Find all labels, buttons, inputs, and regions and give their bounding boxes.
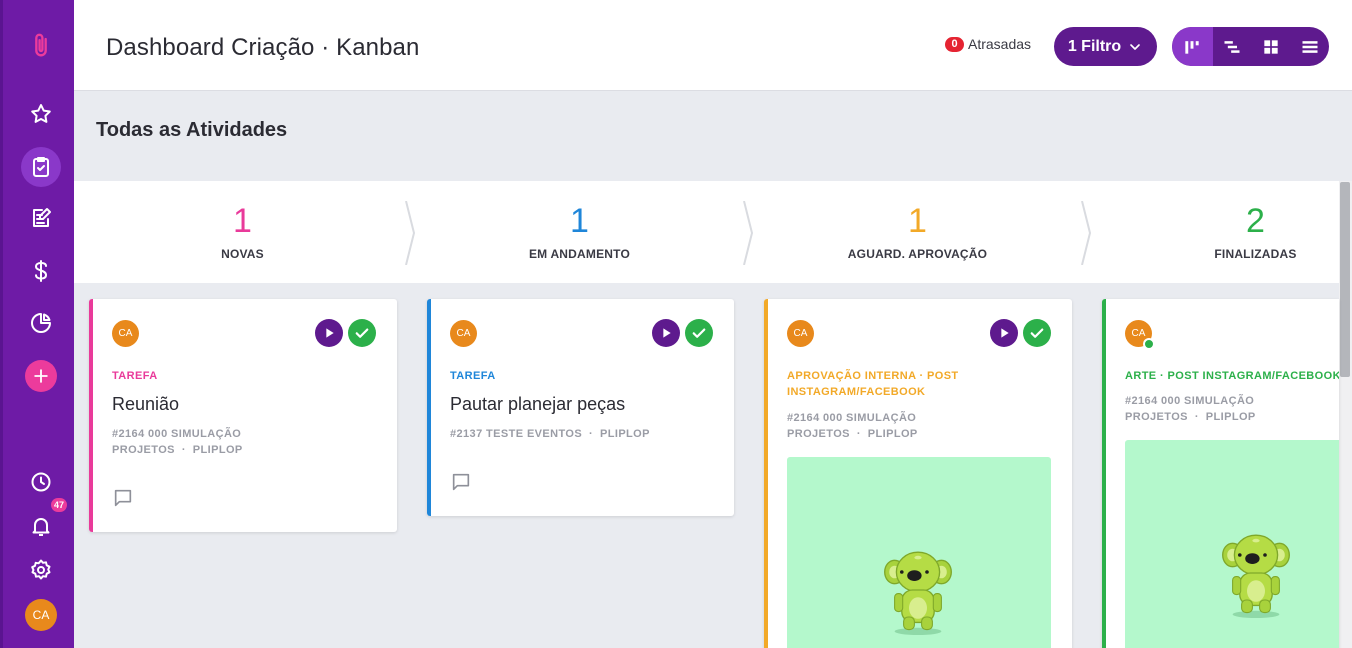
column-label: FINALIZADAS: [1214, 247, 1297, 261]
column-stat-em-andamento[interactable]: 1 EM ANDAMENTO: [411, 181, 748, 283]
column-count: 1: [570, 202, 589, 240]
kanban-card[interactable]: CA APROVAÇÃO INTERNA · POST INSTAGRAM/FA…: [764, 299, 1072, 648]
card-status-bar: [1102, 299, 1106, 648]
column-count: 2: [1246, 202, 1265, 240]
filter-button[interactable]: 1 Filtro: [1054, 27, 1157, 66]
edit-note-icon[interactable]: [21, 198, 61, 238]
card-type-cont: INSTAGRAM/FACEBOOK: [787, 386, 926, 398]
page-title: Dashboard Criação · Kanban: [106, 34, 420, 61]
assignee-avatar: CA: [112, 320, 139, 347]
list-view-icon[interactable]: [1290, 27, 1329, 66]
view-switcher: [1172, 27, 1329, 66]
play-icon[interactable]: [990, 319, 1018, 347]
assignee-avatar: CA: [450, 320, 477, 347]
card-type: APROVAÇÃO INTERNA · POST: [787, 370, 959, 382]
kanban-column-stats: 1 NOVAS 1 EM ANDAMENTO 1 AGUARD. APROVAÇ…: [74, 181, 1340, 283]
clock-icon[interactable]: [21, 462, 61, 502]
filter-label: 1 Filtro: [1067, 37, 1122, 55]
card-type: TAREFA: [112, 370, 158, 382]
check-icon[interactable]: [1023, 319, 1051, 347]
card-title: Reunião: [112, 394, 180, 414]
column-stat-finalizadas[interactable]: 2 FINALIZADAS: [1087, 181, 1352, 283]
column-stat-novas[interactable]: 1 NOVAS: [74, 181, 411, 283]
scrollbar-thumb[interactable]: [1340, 182, 1350, 377]
star-icon[interactable]: [21, 94, 61, 134]
column-stat-aguard-aprovacao[interactable]: 1 AGUARD. APROVAÇÃO: [749, 181, 1086, 283]
card-thumbnail[interactable]: [787, 457, 1051, 648]
play-icon[interactable]: [652, 319, 680, 347]
card-status-bar: [427, 299, 431, 516]
kanban-card[interactable]: CA TAREFA Pautar planejar peças #2137 TE…: [427, 299, 734, 516]
user-avatar[interactable]: CA: [25, 599, 57, 631]
card-project: #2164 000 SIMULAÇÃO: [112, 428, 242, 440]
card-project: #2164 000 SIMULAÇÃO: [1125, 395, 1255, 407]
top-header: Dashboard Criação · Kanban 0 Atrasadas 1…: [74, 0, 1352, 91]
gear-icon[interactable]: [21, 550, 61, 590]
notification-count-badge: 47: [51, 498, 68, 512]
bell-icon[interactable]: 47: [21, 498, 68, 546]
section-title: Todas as Atividades: [96, 119, 288, 141]
grid-view-icon[interactable]: [1251, 27, 1290, 66]
column-label: NOVAS: [221, 247, 264, 261]
column-count: 1: [908, 202, 927, 240]
assignee-avatar: CA: [787, 320, 814, 347]
card-status-bar: [764, 299, 768, 648]
dollar-icon[interactable]: [21, 251, 61, 291]
card-type: TAREFA: [450, 370, 496, 382]
comment-icon[interactable]: [450, 471, 472, 493]
logo-clip-icon[interactable]: [21, 26, 61, 66]
card-project: #2137 TESTE EVENTOS · PLIPLOP: [450, 428, 650, 440]
chevron-down-icon: [1130, 43, 1141, 50]
column-label: AGUARD. APROVAÇÃO: [847, 247, 988, 261]
clipboard-check-icon[interactable]: [21, 147, 61, 187]
comment-icon[interactable]: [112, 487, 134, 509]
kanban-card[interactable]: CA ARTE · POST INSTAGRAM/FACEBOOK #2164 …: [1102, 299, 1339, 648]
card-project: #2164 000 SIMULAÇÃO: [787, 412, 917, 424]
late-tasks-indicator[interactable]: 0 Atrasadas: [945, 36, 1031, 52]
card-client: PROJETOS · PLIPLOP: [112, 444, 243, 456]
card-type: ARTE · POST INSTAGRAM/FACEBOOK: [1125, 370, 1339, 382]
gantt-view-icon[interactable]: [1213, 27, 1252, 66]
card-status-bar: [89, 299, 93, 532]
check-icon[interactable]: [348, 319, 376, 347]
avatar-initials: CA: [1131, 328, 1146, 339]
column-label: EM ANDAMENTO: [528, 247, 631, 261]
add-icon[interactable]: [25, 360, 57, 392]
late-count-badge: 0: [945, 36, 964, 52]
mascot-image: [884, 551, 952, 635]
card-client: PROJETOS · PLIPLOP: [1125, 411, 1256, 423]
sidebar: 47 CA: [0, 0, 74, 648]
check-icon[interactable]: [685, 319, 713, 347]
kanban-view-icon[interactable]: [1172, 27, 1213, 66]
column-count: 1: [233, 202, 252, 240]
assignee-avatar: CA: [1125, 320, 1155, 350]
card-client: PROJETOS · PLIPLOP: [787, 428, 918, 440]
pie-chart-icon[interactable]: [21, 303, 61, 343]
kanban-card[interactable]: CA TAREFA Reunião #2164 000 SIMULAÇÃO PR…: [89, 299, 397, 532]
mascot-image: [1222, 534, 1290, 618]
card-title: Pautar planejar peças: [450, 394, 626, 414]
play-icon[interactable]: [315, 319, 343, 347]
completed-check-icon: [1143, 338, 1155, 350]
card-thumbnail[interactable]: [1125, 440, 1339, 648]
late-label: Atrasadas: [968, 36, 1032, 52]
